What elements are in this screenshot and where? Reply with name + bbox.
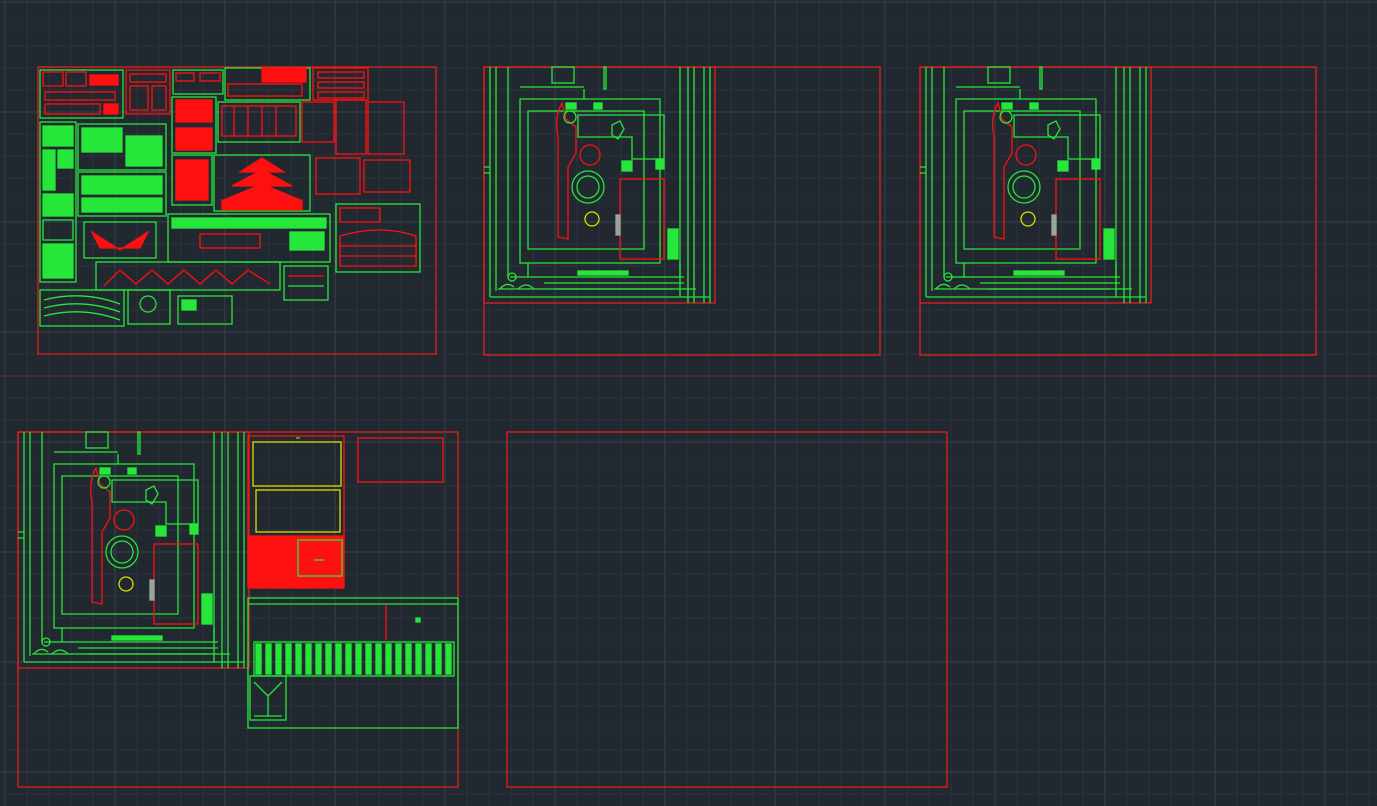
- site-plan-sheet[interactable]: [17, 431, 250, 669]
- hatch-stripe: [395, 643, 402, 675]
- hatch-stripe: [295, 643, 302, 675]
- hatch-stripe: [305, 643, 312, 675]
- hatch-stripe: [375, 643, 382, 675]
- hatch-stripe: [435, 643, 442, 675]
- hatch-stripe: [275, 643, 282, 675]
- hatch-stripe: [335, 643, 342, 675]
- drawing-sheet-1[interactable]: [37, 66, 437, 355]
- hatch-stripe: [415, 643, 422, 675]
- hatch-stripe: [255, 643, 262, 675]
- detail-group-center[interactable]: [167, 96, 421, 273]
- site-plan-sheet[interactable]: [919, 66, 1317, 356]
- hatch-stripe: [385, 643, 392, 675]
- hatch-stripe: [405, 643, 412, 675]
- site-plan-inset[interactable]: [17, 431, 250, 669]
- site-plan-sheet[interactable]: [483, 66, 881, 356]
- hatch-stripe: [355, 643, 362, 675]
- hatch-stripe: [445, 643, 452, 675]
- hatch-stripe: [345, 643, 352, 675]
- hatch-stripe: [365, 643, 372, 675]
- drawing-sheet-4[interactable]: [17, 431, 459, 788]
- hatch-stripe: [265, 643, 272, 675]
- site-plan-linework[interactable]: [484, 66, 711, 303]
- site-plan-linework[interactable]: [920, 66, 1147, 303]
- sheet-frame[interactable]: [506, 431, 948, 788]
- hatch-stripe: [425, 643, 432, 675]
- sheet-frame[interactable]: [483, 66, 881, 356]
- site-plan-linework[interactable]: [18, 431, 245, 668]
- hatch-pattern: [255, 643, 452, 675]
- cad-model-space[interactable]: [0, 0, 1377, 806]
- drawing-canvas[interactable]: [0, 0, 1377, 806]
- drawing-sheet-2[interactable]: [483, 66, 881, 356]
- hatch-stripe: [325, 643, 332, 675]
- drawing-sheet-3[interactable]: [919, 66, 1317, 356]
- sheet-frame[interactable]: [919, 66, 1317, 356]
- hatch-stripe: [285, 643, 292, 675]
- hatch-stripe: [315, 643, 322, 675]
- drawing-sheet-5[interactable]: [506, 431, 948, 788]
